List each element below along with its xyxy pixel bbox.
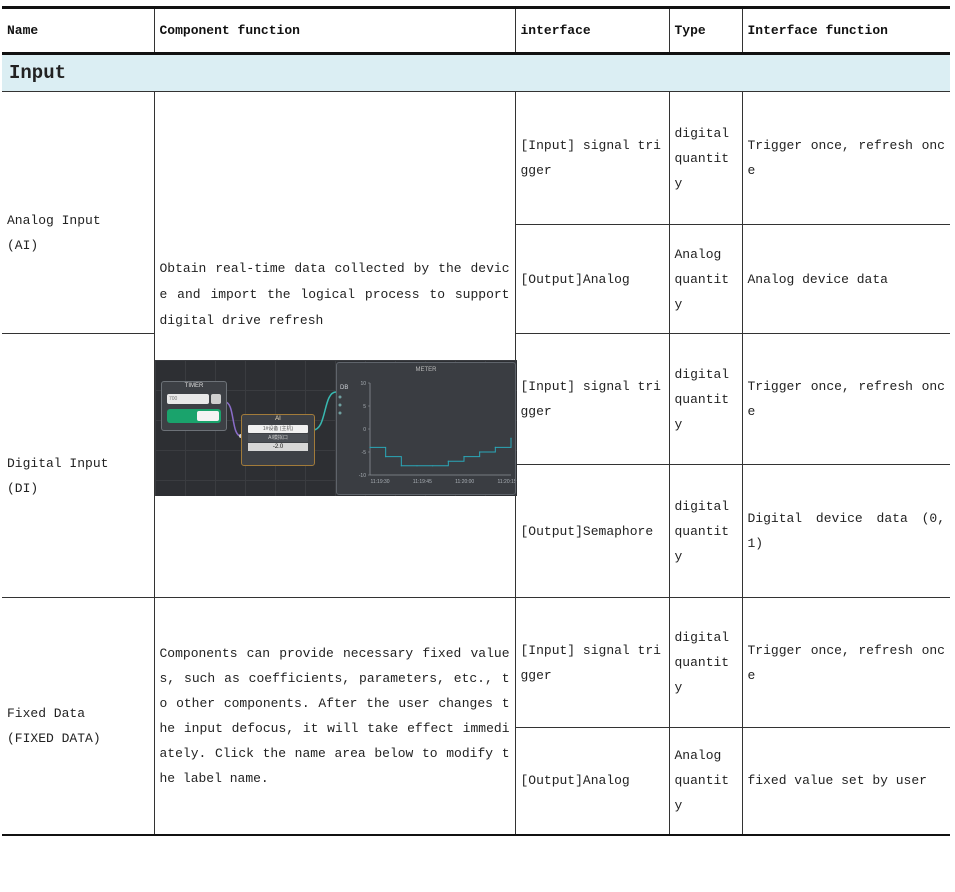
description-text: Obtain real-time data collected by the d… (159, 260, 510, 328)
x-tick-label: 11:20:15 (497, 479, 515, 485)
data-point (369, 446, 371, 448)
header-row: Name Component function interface Type I… (2, 7, 950, 55)
table-row: Analog Input (AI) Obtain real-time data … (2, 91, 950, 334)
y-tick-label: -10 (359, 473, 366, 479)
ai-device-select[interactable]: 1#设备 (主机) (248, 425, 308, 433)
section-title: Input (2, 53, 950, 92)
x-tick-label: 11:19:30 (370, 479, 389, 485)
timer-node[interactable]: TIMER 700 (161, 381, 227, 431)
x-tick-label: 11:20:00 (455, 479, 474, 485)
ai-value-readout: -2.0 (248, 443, 308, 451)
data-point (385, 456, 387, 458)
type-cell: Analog quantity (668, 727, 742, 835)
node-editor-screenshot: TIMER 700 AI 1#设备 (主机) AI模拟口 -2.0 METER … (155, 360, 517, 496)
y-tick-label: 10 (360, 381, 366, 387)
data-point (447, 460, 449, 462)
data-point (463, 456, 465, 458)
y-tick-label: 0 (363, 427, 366, 433)
y-tick-label: -5 (362, 450, 367, 456)
data-point (510, 437, 512, 439)
interface-cell: [Input] signal trigger (514, 333, 669, 465)
y-tick-label: 5 (363, 404, 366, 410)
meter-input-port (338, 411, 342, 415)
name-line: (AI) (7, 237, 39, 253)
interface-cell: [Input] signal trigger (514, 91, 669, 225)
description-text: Components can provide necessary fixed v… (159, 645, 510, 786)
header-name: Name (2, 7, 154, 55)
meter-chart: DB 10 5 0 -5 -10 11:19:30 11:19:45 11:20:00 11:20… (338, 381, 515, 485)
meter-node-title: METER (415, 367, 437, 373)
ai-node-title: AI (275, 416, 281, 422)
interface-function-cell: Trigger once, refresh once (741, 91, 950, 225)
data-point (479, 451, 481, 453)
type-cell: digital quantity (668, 597, 742, 728)
interface-function-cell: Trigger once, refresh once (741, 333, 950, 465)
header-type: Type (668, 7, 742, 55)
name-line: Digital Input (7, 455, 109, 471)
interface-cell: [Output]Analog (514, 727, 669, 835)
ai-node[interactable]: AI 1#设备 (主机) AI模拟口 -2.0 (241, 414, 315, 466)
name-line: Fixed Data (7, 705, 86, 721)
table-row: Fixed Data (FIXED DATA) Components can p… (2, 597, 950, 835)
wire-ai-to-meter (312, 391, 337, 431)
ai-channel-select[interactable]: AI模拟口 (248, 434, 308, 442)
type-cell: digital quantity (668, 91, 742, 225)
data-point (432, 465, 434, 467)
series-line (370, 438, 512, 467)
component-function-ai: Obtain real-time data collected by the d… (153, 91, 515, 334)
component-name-di: Digital Input (DI) (2, 333, 154, 598)
wire-timer-to-ai (224, 401, 242, 437)
timer-node-title: TIMER (184, 383, 204, 389)
interface-function-cell: Trigger once, refresh once (741, 597, 950, 728)
meter-input-port (338, 395, 342, 399)
component-function-fixed: Components can provide necessary fixed v… (153, 597, 515, 835)
meter-node[interactable]: METER DB 10 5 0 -5 -10 11:19:30 11:19:45 11:20:0… (336, 362, 516, 495)
type-cell: digital quantity (668, 464, 742, 598)
data-point (494, 446, 496, 448)
meter-input-port (338, 403, 342, 407)
interface-function-cell: Digital device data (0, 1) (741, 464, 950, 598)
name-line: (DI) (7, 480, 39, 496)
timer-interval-input[interactable]: 700 (167, 394, 209, 404)
interface-cell: [Output]Analog (514, 224, 669, 334)
interface-cell: [Output]Semaphore (514, 464, 669, 598)
interface-function-cell: fixed value set by user (741, 727, 950, 835)
type-cell: digital quantity (668, 333, 742, 465)
x-tick-label: 11:19:45 (413, 479, 432, 485)
name-line: Analog Input (7, 212, 101, 228)
data-point (416, 465, 418, 467)
toggle-knob (197, 411, 219, 421)
section-row-input: Input (2, 53, 950, 92)
timer-unit-box[interactable] (211, 394, 221, 404)
header-interface-function: Interface function (741, 7, 950, 55)
meter-port-label: DB (340, 385, 348, 391)
component-name-fixed: Fixed Data (FIXED DATA) (2, 597, 154, 835)
timer-toggle[interactable] (167, 409, 221, 423)
data-point (400, 465, 402, 467)
header-component-function: Component function (153, 7, 515, 55)
header-interface: interface (514, 7, 669, 55)
name-line: (FIXED DATA) (7, 730, 101, 746)
component-name-ai: Analog Input (AI) (2, 91, 154, 334)
interface-function-cell: Analog device data (741, 224, 950, 334)
type-cell: Analog quantity (668, 224, 742, 334)
interface-cell: [Input] signal trigger (514, 597, 669, 728)
